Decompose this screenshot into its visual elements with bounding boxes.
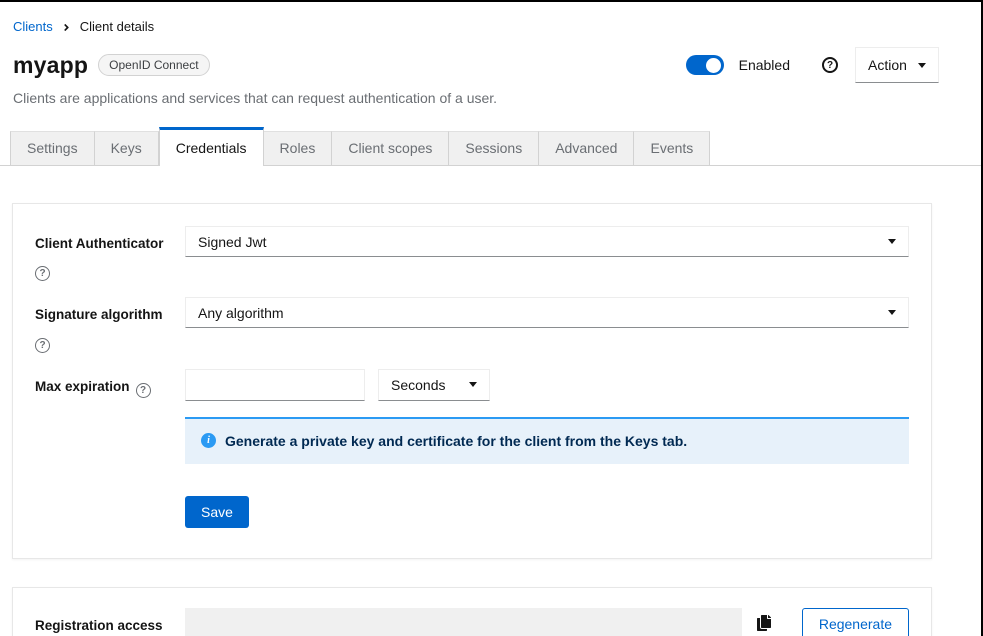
signature-algorithm-value: Any algorithm [198, 305, 284, 321]
protocol-badge: OpenID Connect [98, 54, 209, 76]
tab-settings[interactable]: Settings [10, 131, 95, 165]
max-expiration-label: Max expiration [35, 379, 130, 394]
tab-client-scopes[interactable]: Client scopes [332, 131, 449, 165]
credentials-card: Client Authenticator ? Signed Jwt Signat… [12, 203, 932, 559]
page-header: myapp OpenID Connect Enabled ? Action [13, 47, 939, 83]
regenerate-button[interactable]: Regenerate [802, 608, 909, 636]
page-title: myapp [13, 52, 88, 79]
chevron-right-icon [62, 22, 71, 33]
signature-algorithm-select[interactable]: Any algorithm [185, 297, 909, 328]
action-dropdown[interactable]: Action [855, 47, 939, 83]
max-expiration-unit-value: Seconds [391, 377, 445, 393]
toggle-knob [706, 58, 721, 73]
save-row: Save [35, 496, 909, 528]
tab-events[interactable]: Events [634, 131, 710, 165]
tab-roles[interactable]: Roles [264, 131, 333, 165]
signature-algorithm-label-col: Signature algorithm ? [35, 297, 185, 352]
breadcrumb: Clients Client details [13, 19, 981, 34]
tab-credentials[interactable]: Credentials [159, 127, 264, 166]
client-authenticator-value: Signed Jwt [198, 234, 266, 250]
client-details-page: Clients Client details myapp OpenID Conn… [0, 0, 983, 636]
client-authenticator-row: Client Authenticator ? Signed Jwt [35, 226, 909, 281]
registration-token-input-group [185, 608, 786, 636]
breadcrumb-clients-link[interactable]: Clients [13, 19, 53, 34]
registration-token-card: Registration access token ? Regenerate [12, 587, 932, 636]
enabled-label: Enabled [739, 57, 790, 73]
save-button[interactable]: Save [185, 496, 249, 528]
enabled-help-icon[interactable]: ? [822, 57, 838, 73]
tab-content: Client Authenticator ? Signed Jwt Signat… [0, 166, 981, 636]
signature-algorithm-label: Signature algorithm [35, 305, 185, 325]
caret-down-icon [888, 239, 896, 244]
header-controls: Enabled ? Action [686, 47, 939, 83]
max-expiration-input[interactable] [185, 369, 365, 401]
signature-algorithm-help-icon[interactable]: ? [35, 338, 50, 353]
info-alert-text: Generate a private key and certificate f… [225, 432, 687, 452]
tab-keys[interactable]: Keys [95, 131, 159, 165]
caret-down-icon [888, 310, 896, 315]
enabled-toggle[interactable] [686, 55, 724, 75]
copy-button[interactable] [742, 608, 786, 636]
action-dropdown-label: Action [868, 57, 907, 73]
registration-token-label-col: Registration access token ? [35, 608, 185, 636]
max-expiration-unit-select[interactable]: Seconds [378, 369, 490, 401]
tab-advanced[interactable]: Advanced [539, 131, 634, 165]
registration-token-input [185, 608, 742, 636]
page-description: Clients are applications and services th… [13, 90, 968, 106]
breadcrumb-current: Client details [80, 19, 154, 34]
max-expiration-label-col: Max expiration? [35, 369, 185, 401]
client-authenticator-label: Client Authenticator [35, 234, 185, 254]
max-expiration-row: Max expiration? Seconds [35, 369, 909, 401]
info-icon: i [201, 433, 216, 448]
info-alert: i Generate a private key and certificate… [185, 417, 909, 465]
registration-token-label: Registration access token [35, 618, 163, 636]
client-authenticator-label-col: Client Authenticator ? [35, 226, 185, 281]
client-authenticator-help-icon[interactable]: ? [35, 266, 50, 281]
title-group: myapp OpenID Connect [13, 52, 210, 79]
tab-bar: Settings Keys Credentials Roles Client s… [0, 127, 981, 166]
max-expiration-help-icon[interactable]: ? [136, 383, 151, 398]
registration-token-row: Registration access token ? Regenerate [35, 608, 909, 636]
caret-down-icon [918, 63, 926, 68]
signature-algorithm-row: Signature algorithm ? Any algorithm [35, 297, 909, 352]
copy-icon [757, 615, 771, 634]
client-authenticator-select[interactable]: Signed Jwt [185, 226, 909, 257]
tab-sessions[interactable]: Sessions [449, 131, 539, 165]
info-alert-row: i Generate a private key and certificate… [35, 417, 909, 465]
caret-down-icon [469, 382, 477, 387]
